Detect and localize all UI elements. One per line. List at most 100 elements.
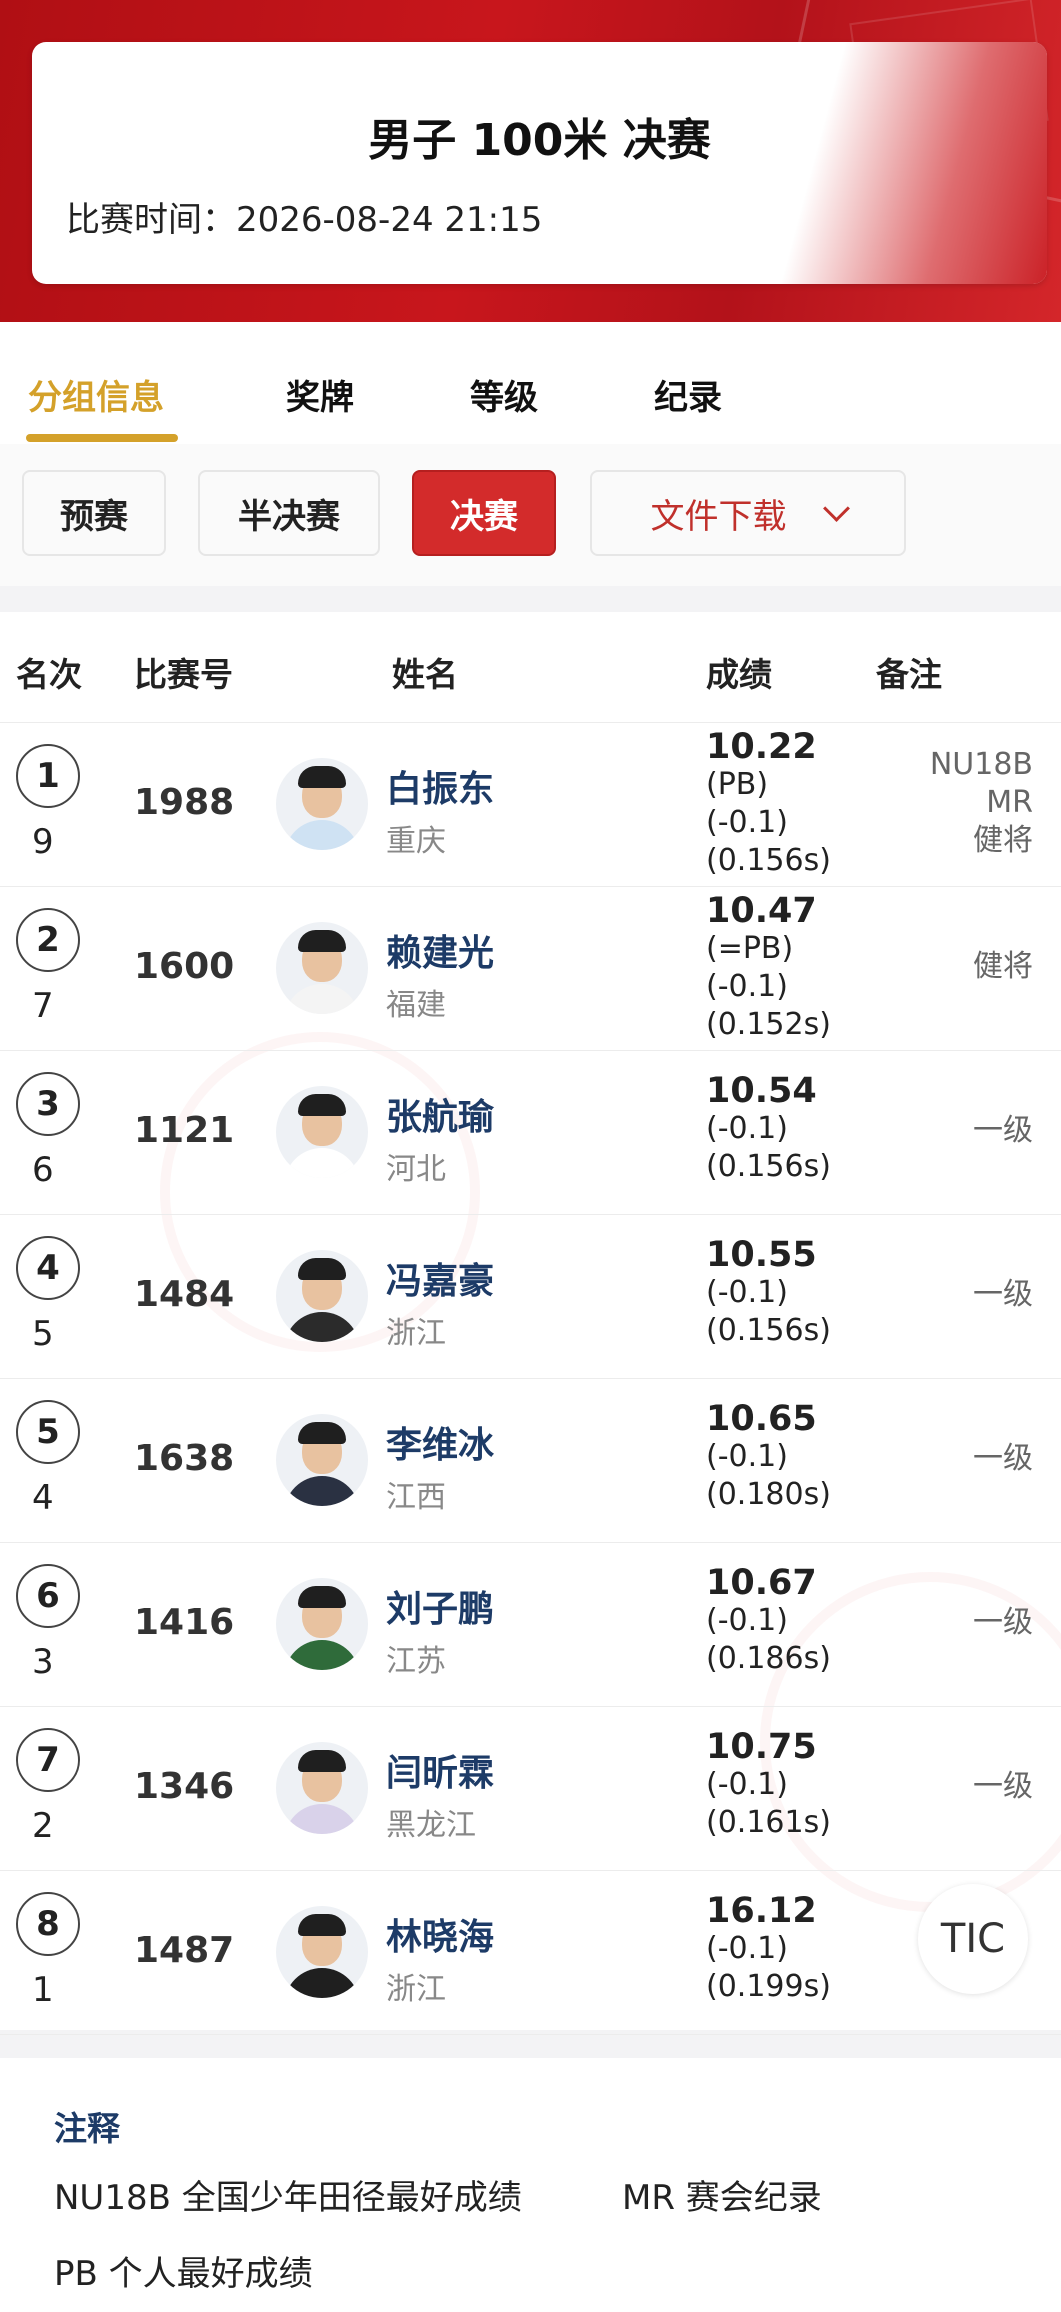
athlete-avatar[interactable] <box>276 922 368 1014</box>
row-note: 一级 <box>913 1768 1033 1806</box>
athlete-name[interactable]: 冯嘉豪 <box>386 1252 494 1304</box>
header-note: 备注 <box>876 655 942 694</box>
rank-badge: 7 <box>16 1728 80 1792</box>
row-note: 一级 <box>913 1276 1033 1314</box>
heats-button[interactable]: 预赛 <box>22 470 166 556</box>
row-note: 一级 <box>913 1440 1033 1478</box>
header-banner: 男子 100米 决赛 比赛时间：2026-08-24 21:15 <box>0 0 1061 322</box>
note-line: 健将 <box>973 823 1033 858</box>
result-wind: (-0.1) <box>706 805 788 840</box>
tab-grades[interactable]: 等级 <box>470 370 538 419</box>
athlete-name[interactable]: 张航瑜 <box>386 1088 494 1140</box>
table-row[interactable]: 2 7 1600 赖建光 福建 10.47 (=PB) (-0.1) (0.152s) 健将 <box>0 886 1061 1051</box>
table-header: 名次 比赛号 姓名 成绩 备注 <box>0 612 1061 723</box>
bib-number: 1600 <box>134 946 235 987</box>
row-note: NU18B MR 健将 <box>913 746 1033 860</box>
row-note: 一级 <box>913 1112 1033 1150</box>
athlete-name[interactable]: 李维冰 <box>386 1416 494 1468</box>
avatar-body <box>284 1804 360 1834</box>
table-row[interactable]: 1 9 1988 白振东 重庆 10.22 (PB) (-0.1) (0.156s) NU18B M… <box>0 722 1061 887</box>
athlete-name[interactable]: 林晓海 <box>386 1908 494 1960</box>
avatar-hair <box>298 1422 346 1444</box>
header-name: 姓名 <box>392 655 458 694</box>
athlete-province: 福建 <box>386 988 446 1023</box>
result-mark: 16.12 <box>706 1891 817 1931</box>
note-line: MR <box>986 785 1033 820</box>
athlete-name[interactable]: 白振东 <box>386 760 494 812</box>
note-pb: PB 个人最好成绩 <box>54 2254 313 2294</box>
tab-records[interactable]: 纪录 <box>654 370 722 419</box>
athlete-avatar[interactable] <box>276 1906 368 1998</box>
result-reaction: (0.186s) <box>706 1641 831 1676</box>
athlete-province: 江西 <box>386 1480 446 1515</box>
athlete-avatar[interactable] <box>276 1742 368 1834</box>
note-line: 一级 <box>973 1769 1033 1804</box>
rank-badge: 3 <box>16 1072 80 1136</box>
avatar-hair <box>298 1258 346 1280</box>
athlete-avatar[interactable] <box>276 1414 368 1506</box>
result-wind: (-0.1) <box>706 1767 788 1802</box>
note-nu18b: NU18B 全国少年田径最好成绩 <box>54 2178 522 2218</box>
result-cell: 10.75 (-0.1) (0.161s) <box>706 1728 831 1842</box>
final-button[interactable]: 决赛 <box>412 470 556 556</box>
athlete-avatar[interactable] <box>276 758 368 850</box>
result-reaction: (0.180s) <box>706 1477 831 1512</box>
rank-badge: 8 <box>16 1892 80 1956</box>
athlete-avatar[interactable] <box>276 1578 368 1670</box>
table-row[interactable]: 8 1 1487 林晓海 浙江 16.12 (-0.1) (0.199s) TIC <box>0 1870 1061 2035</box>
avatar-hair <box>298 1914 346 1936</box>
result-cell: 10.67 (-0.1) (0.186s) <box>706 1564 831 1678</box>
result-wind: (-0.1) <box>706 1111 788 1146</box>
note-line: 一级 <box>973 1277 1033 1312</box>
rank-badge: 6 <box>16 1564 80 1628</box>
event-time: 比赛时间：2026-08-24 21:15 <box>66 192 542 241</box>
note-line: 一级 <box>973 1605 1033 1640</box>
time-label: 比赛时间： <box>66 200 236 240</box>
result-cell: 10.22 (PB) (-0.1) (0.156s) <box>706 728 831 880</box>
athlete-name[interactable]: 刘子鹏 <box>386 1580 494 1632</box>
bib-number: 1346 <box>134 1766 235 1807</box>
avatar-body <box>284 820 360 850</box>
athlete-name[interactable]: 闫昕霖 <box>386 1744 494 1796</box>
athlete-avatar[interactable] <box>276 1250 368 1342</box>
result-mark: 10.22 <box>706 727 817 767</box>
athlete-avatar[interactable] <box>276 1086 368 1178</box>
athlete-name[interactable]: 赖建光 <box>386 924 494 976</box>
athlete-province: 重庆 <box>386 824 446 859</box>
active-tab-indicator <box>26 434 178 442</box>
table-row[interactable]: 7 2 1346 闫昕霖 黑龙江 10.75 (-0.1) (0.161s) 一级 <box>0 1706 1061 1871</box>
note-line: NU18B <box>929 747 1033 782</box>
bib-number: 1988 <box>134 782 235 823</box>
table-row[interactable]: 5 4 1638 李维冰 江西 10.65 (-0.1) (0.180s) 一级 <box>0 1378 1061 1543</box>
tab-bar: 分组信息 奖牌 等级 纪录 <box>0 322 1061 444</box>
tab-medals[interactable]: 奖牌 <box>286 370 354 419</box>
result-cell: 10.55 (-0.1) (0.156s) <box>706 1236 831 1350</box>
result-cell: 10.47 (=PB) (-0.1) (0.152s) <box>706 892 831 1044</box>
result-cell: 10.54 (-0.1) (0.156s) <box>706 1072 831 1186</box>
result-mark: 10.65 <box>706 1399 817 1439</box>
avatar-hair <box>298 1586 346 1608</box>
rank-badge: 5 <box>16 1400 80 1464</box>
round-selector: 预赛 半决赛 决赛 文件下载 <box>0 444 1061 586</box>
table-row[interactable]: 6 3 1416 刘子鹏 江苏 10.67 (-0.1) (0.186s) 一级 <box>0 1542 1061 1707</box>
tab-group-info[interactable]: 分组信息 <box>28 370 164 419</box>
semifinal-button[interactable]: 半决赛 <box>198 470 380 556</box>
header-rank: 名次 <box>16 655 82 694</box>
athlete-province: 黑龙江 <box>386 1808 476 1843</box>
athlete-province: 浙江 <box>386 1316 446 1351</box>
result-pb: (PB) <box>706 767 769 802</box>
bib-number: 1487 <box>134 1930 235 1971</box>
event-title: 男子 100米 决赛 <box>368 115 711 166</box>
result-reaction: (0.199s) <box>706 1969 831 2004</box>
table-row[interactable]: 4 5 1484 冯嘉豪 浙江 10.55 (-0.1) (0.156s) 一级 <box>0 1214 1061 1379</box>
chevron-down-icon <box>822 494 850 522</box>
lane-number: 1 <box>32 1970 54 2010</box>
file-download-dropdown[interactable]: 文件下载 <box>590 470 906 556</box>
header-result: 成绩 <box>706 655 772 694</box>
bib-number: 1638 <box>134 1438 235 1479</box>
table-row[interactable]: 3 6 1121 张航瑜 河北 10.54 (-0.1) (0.156s) 一级 <box>0 1050 1061 1215</box>
avatar-body <box>284 1640 360 1670</box>
result-cell: 16.12 (-0.1) (0.199s) <box>706 1892 831 2006</box>
note-line: 一级 <box>973 1441 1033 1476</box>
row-note: 一级 <box>913 1604 1033 1642</box>
